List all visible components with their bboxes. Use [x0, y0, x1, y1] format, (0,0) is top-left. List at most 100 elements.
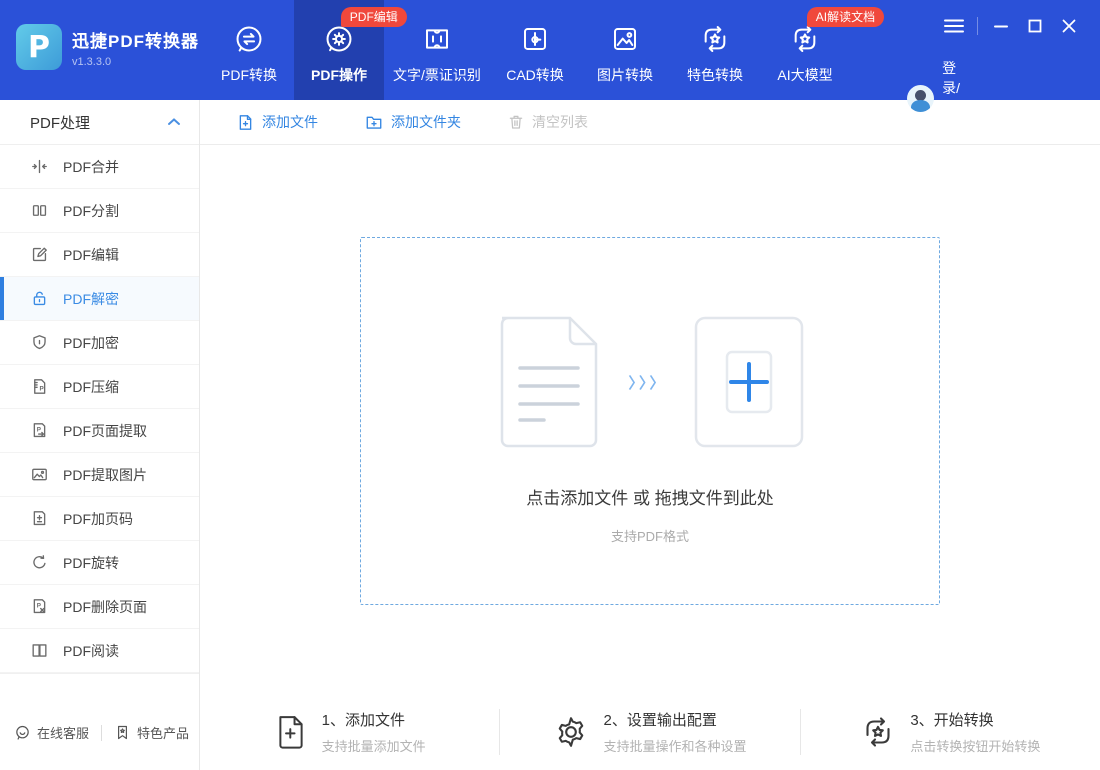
sidebar-item-pdf-extract-image[interactable]: PDF提取图片: [0, 453, 199, 497]
add-file-icon: [236, 113, 255, 132]
section-title: PDF处理: [30, 114, 91, 132]
sidebar-item-label: PDF合并: [63, 158, 119, 175]
bookmark-star-icon: [114, 724, 131, 741]
nav-image-convert[interactable]: 图片转换: [580, 0, 670, 100]
page-number-icon: [30, 509, 50, 529]
add-folder-icon: [364, 113, 384, 132]
compress-icon: P: [30, 377, 50, 397]
app-title: 迅捷PDF转换器: [72, 31, 199, 51]
split-icon: [30, 201, 50, 221]
footer-link-label: 在线客服: [37, 726, 90, 741]
step-add-file: 1、添加文件 支持批量添加文件: [200, 709, 499, 755]
step-desc: 支持批量操作和各种设置: [603, 739, 747, 754]
unlock-icon: [30, 289, 50, 309]
main-nav: PDF转换 PDF编辑 PDF操作 文字/票证识别 CAD转换 图片转换 特色转…: [204, 0, 885, 100]
featured-products-link[interactable]: 特色产品: [114, 723, 189, 742]
file-dropzone[interactable]: 〉〉〉 点击添加文件 或 拖拽文件到此处 支持PDF格式: [360, 237, 940, 605]
step-title: 1、添加文件: [321, 712, 405, 729]
nav-ai-model[interactable]: AI解读文档 AI大模型: [760, 0, 885, 100]
footer-link-label: 特色产品: [137, 726, 190, 741]
sidebar-item-label: PDF页面提取: [63, 422, 147, 439]
step-desc: 支持批量添加文件: [321, 739, 426, 754]
nav-label: 文字/票证识别: [393, 67, 481, 83]
gear-icon: [553, 714, 589, 750]
merge-icon: [30, 157, 50, 177]
rotate-icon: [30, 553, 50, 573]
stage: 〉〉〉 点击添加文件 或 拖拽文件到此处 支持PDF格式: [200, 145, 1100, 694]
steps-bar: 1、添加文件 支持批量添加文件 2、设置输出配置 支持批量操作和各种设置 3、开…: [200, 694, 1100, 770]
close-icon[interactable]: [1052, 14, 1086, 38]
controls-divider: [977, 17, 978, 35]
toolbar-button-label: 清空列表: [532, 114, 588, 130]
sidebar-item-label: PDF提取图片: [63, 466, 147, 483]
logo-icon: P: [16, 24, 62, 70]
nav-label: 图片转换: [597, 67, 653, 83]
add-file-step-icon: [274, 713, 308, 751]
image-extract-icon: [30, 465, 50, 485]
step-title: 2、设置输出配置: [603, 712, 717, 729]
sidebar-item-pdf-page-number[interactable]: PDF加页码: [0, 497, 199, 541]
clear-list-button[interactable]: 清空列表: [507, 112, 588, 132]
sidebar-item-label: PDF删除页面: [63, 598, 147, 615]
sidebar-item-pdf-encrypt[interactable]: PDF加密: [0, 321, 199, 365]
toolbar: 添加文件 添加文件夹 清空列表: [200, 100, 1100, 145]
sidebar-item-pdf-delete-pages[interactable]: P PDF删除页面: [0, 585, 199, 629]
ai-doc-badge[interactable]: AI解读文档: [806, 7, 885, 27]
nav-label: 特色转换: [687, 67, 743, 83]
cycle-star-icon: [699, 21, 731, 57]
step-convert: 3、开始转换 点击转换按钮开始转换: [801, 709, 1100, 755]
delete-page-icon: P: [30, 597, 50, 617]
nav-cad-convert[interactable]: CAD转换: [490, 0, 580, 100]
sidebar-item-pdf-compress[interactable]: P PDF压缩: [0, 365, 199, 409]
sidebar-item-label: PDF压缩: [63, 378, 119, 395]
content: 添加文件 添加文件夹 清空列表 〉〉〉 点击添加文件 或 拖拽文件到此处 支持P…: [200, 100, 1100, 770]
sidebar-item-label: PDF加密: [63, 334, 119, 351]
toolbar-button-label: 添加文件: [262, 114, 318, 130]
app-version: v1.3.3.0: [72, 55, 112, 68]
swap-circle-icon: [233, 21, 265, 57]
svg-text:P: P: [40, 385, 44, 392]
service-icon: [14, 724, 31, 741]
app-logo: P 迅捷PDF转换器 v1.3.3.0: [0, 0, 204, 100]
add-file-button[interactable]: 添加文件: [236, 112, 318, 132]
chevrons-icon: 〉〉〉: [628, 374, 668, 392]
window-controls: [937, 14, 1086, 38]
step-title: 3、开始转换: [910, 712, 994, 729]
minimize-icon[interactable]: [984, 14, 1018, 38]
footer-divider: [101, 724, 103, 741]
sidebar-item-pdf-edit[interactable]: PDF编辑: [0, 233, 199, 277]
cad-icon: [519, 21, 551, 57]
chevron-up-icon[interactable]: [167, 117, 181, 127]
step-configure: 2、设置输出配置 支持批量操作和各种设置: [500, 709, 799, 755]
page-extract-icon: P: [30, 421, 50, 441]
maximize-icon[interactable]: [1018, 14, 1052, 38]
sidebar-item-pdf-read[interactable]: PDF阅读: [0, 629, 199, 673]
sidebar-item-label: PDF编辑: [63, 246, 119, 263]
edit-icon: [30, 245, 50, 265]
nav-label: AI大模型: [777, 67, 833, 83]
dropzone-sub-text: 支持PDF格式: [610, 529, 689, 544]
header: P 迅捷PDF转换器 v1.3.3.0 PDF转换 PDF编辑 PDF操作 文字…: [0, 0, 1100, 136]
svg-text:P: P: [37, 426, 41, 433]
online-service-link[interactable]: 在线客服: [14, 723, 89, 742]
document-icon: [496, 316, 602, 448]
add-target-icon: [694, 316, 804, 448]
sidebar-item-pdf-merge[interactable]: PDF合并: [0, 145, 199, 189]
sidebar-item-pdf-decrypt[interactable]: PDF解密: [0, 277, 199, 321]
sidebar-item-label: PDF阅读: [63, 642, 119, 659]
sidebar-item-pdf-rotate[interactable]: PDF旋转: [0, 541, 199, 585]
add-folder-button[interactable]: 添加文件夹: [364, 112, 461, 132]
nav-pdf-operation[interactable]: PDF编辑 PDF操作: [294, 0, 407, 100]
nav-label: PDF操作: [311, 67, 367, 83]
sidebar-item-pdf-page-extract[interactable]: P PDF页面提取: [0, 409, 199, 453]
nav-pdf-convert[interactable]: PDF转换: [204, 0, 294, 100]
toolbar-button-label: 添加文件夹: [391, 114, 461, 130]
nav-special-convert[interactable]: 特色转换: [670, 0, 760, 100]
menu-icon[interactable]: [937, 14, 971, 38]
sidebar-footer: 在线客服 特色产品: [0, 673, 199, 770]
nav-label: CAD转换: [506, 67, 564, 83]
sidebar-item-pdf-split[interactable]: PDF分割: [0, 189, 199, 233]
pdf-edit-badge[interactable]: PDF编辑: [340, 7, 407, 27]
ticket-icon: [421, 21, 453, 57]
sidebar-section-pdf-processing[interactable]: PDF处理: [0, 100, 199, 145]
